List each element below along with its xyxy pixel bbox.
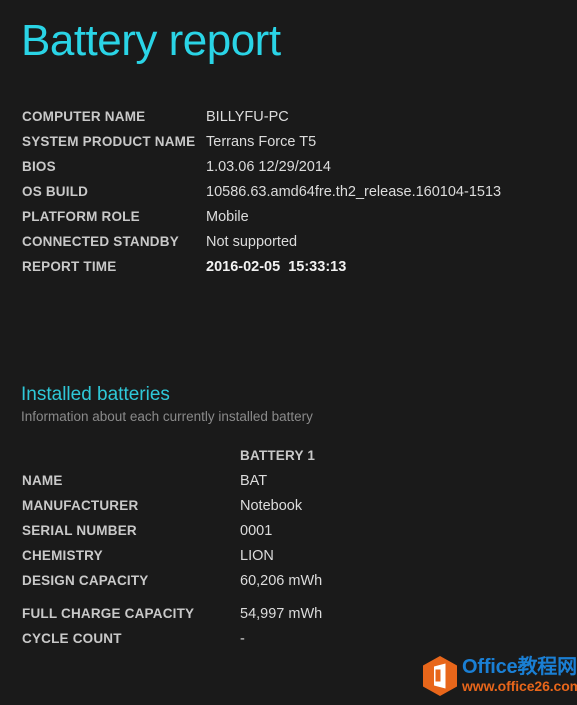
row-label: DESIGN CAPACITY xyxy=(22,573,149,588)
row-value: 1.03.06 12/29/2014 xyxy=(206,159,331,175)
table-row: DESIGN CAPACITY 60,206 mWh xyxy=(0,573,577,598)
row-value: Terrans Force T5 xyxy=(206,134,317,150)
battery-report-page: Battery report COMPUTER NAME BILLYFU-PC … xyxy=(0,0,577,705)
row-value: 60,206 mWh xyxy=(240,573,323,589)
row-value: BILLYFU-PC xyxy=(206,109,289,125)
watermark-brand: Office教程网 xyxy=(462,656,577,678)
battery-column-header: BATTERY 1 xyxy=(240,448,316,463)
row-label: SERIAL NUMBER xyxy=(22,523,137,538)
table-header-row: BATTERY 1 xyxy=(0,448,577,473)
row-label: BIOS xyxy=(22,159,56,174)
row-value: 54,997 mWh xyxy=(240,606,323,622)
row-value: 10586.63.amd64fre.th2_release.160104-151… xyxy=(206,184,502,200)
row-label: CHEMISTRY xyxy=(22,548,103,563)
row-value: LION xyxy=(240,548,274,564)
table-row: BIOS 1.03.06 12/29/2014 xyxy=(0,159,577,184)
row-label: OS BUILD xyxy=(22,184,89,199)
table-row: REPORT TIME 2016-02-05 15:33:13 xyxy=(0,259,577,284)
row-value: 2016-02-05 15:33:13 xyxy=(206,259,347,275)
installed-batteries-section: Installed batteries Information about ea… xyxy=(21,383,313,426)
table-row: SYSTEM PRODUCT NAME Terrans Force T5 xyxy=(0,134,577,159)
section-subtitle: Information about each currently install… xyxy=(21,409,313,424)
row-label: FULL CHARGE CAPACITY xyxy=(22,606,195,621)
row-value: Not supported xyxy=(206,234,298,250)
row-label: CYCLE COUNT xyxy=(22,631,122,646)
row-value: Notebook xyxy=(240,498,303,514)
row-label: CONNECTED STANDBY xyxy=(22,234,179,249)
page-title: Battery report xyxy=(21,16,281,65)
table-row: FULL CHARGE CAPACITY 54,997 mWh xyxy=(0,606,577,631)
table-row: OS BUILD 10586.63.amd64fre.th2_release.1… xyxy=(0,184,577,209)
row-label: PLATFORM ROLE xyxy=(22,209,140,224)
table-row: NAME BAT xyxy=(0,473,577,498)
row-label: NAME xyxy=(22,473,63,488)
installed-batteries-table: BATTERY 1 NAME BAT MANUFACTURER Notebook… xyxy=(0,448,577,656)
table-row: PLATFORM ROLE Mobile xyxy=(0,209,577,234)
row-value: BAT xyxy=(240,473,268,489)
row-value: Mobile xyxy=(206,209,249,225)
row-label: COMPUTER NAME xyxy=(22,109,146,124)
watermark-text: Office教程网 www.office26.com xyxy=(462,657,577,695)
row-label: SYSTEM PRODUCT NAME xyxy=(22,134,196,149)
table-row: MANUFACTURER Notebook xyxy=(0,498,577,523)
row-label: REPORT TIME xyxy=(22,259,117,274)
section-title: Installed batteries xyxy=(21,384,170,405)
table-row: CHEMISTRY LION xyxy=(0,548,577,573)
office-logo-icon xyxy=(421,655,459,697)
table-row: CONNECTED STANDBY Not supported xyxy=(0,234,577,259)
row-value: - xyxy=(240,631,245,647)
watermark: Office教程网 www.office26.com xyxy=(421,652,577,700)
table-row: COMPUTER NAME BILLYFU-PC xyxy=(0,109,577,134)
row-label: MANUFACTURER xyxy=(22,498,139,513)
row-value: 0001 xyxy=(240,523,273,539)
watermark-url: www.office26.com xyxy=(462,678,577,694)
system-information-table: COMPUTER NAME BILLYFU-PC SYSTEM PRODUCT … xyxy=(0,109,577,284)
table-row: SERIAL NUMBER 0001 xyxy=(0,523,577,548)
